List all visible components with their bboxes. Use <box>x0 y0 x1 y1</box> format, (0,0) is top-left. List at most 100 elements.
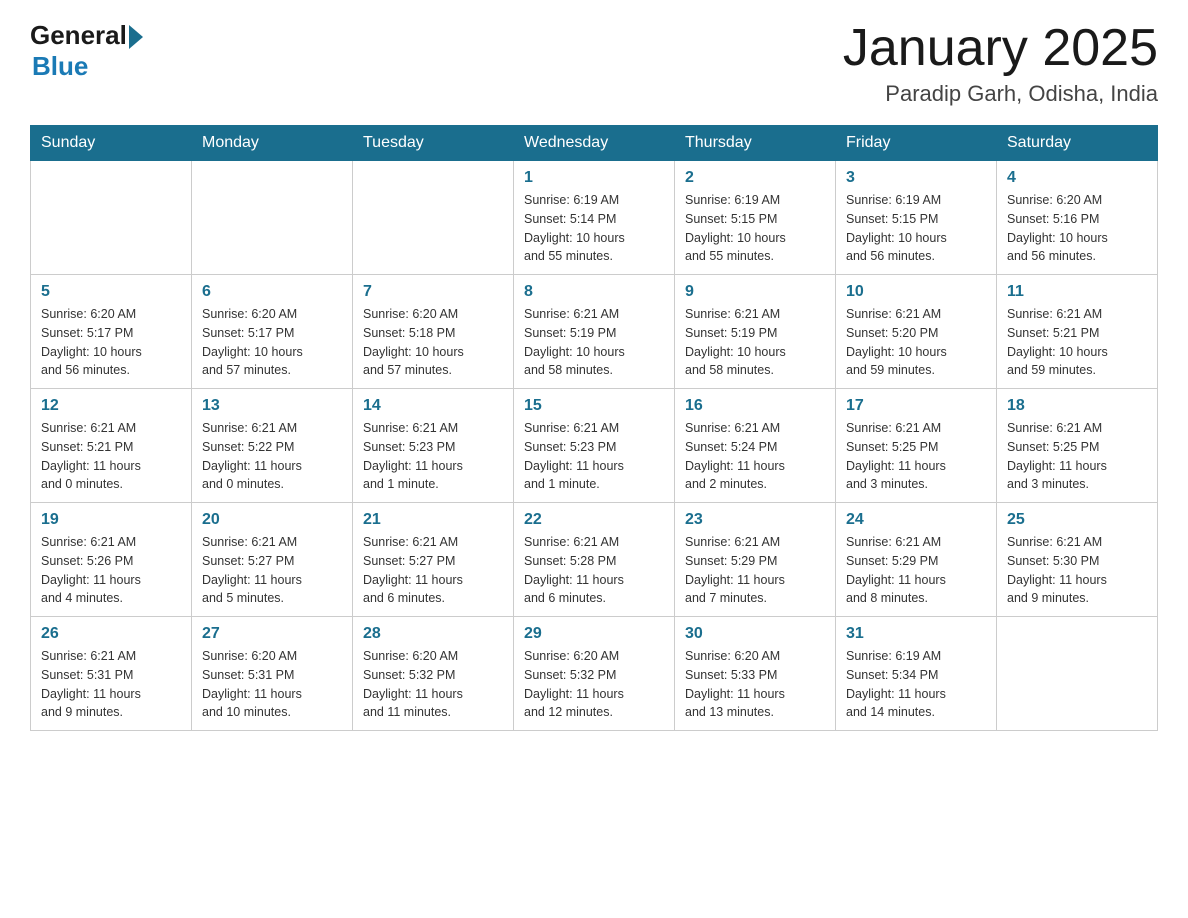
calendar-week-row: 5 Sunrise: 6:20 AM Sunset: 5:17 PM Daylig… <box>31 275 1158 389</box>
calendar-cell: 10 Sunrise: 6:21 AM Sunset: 5:20 PM Dayli… <box>836 275 997 389</box>
calendar-cell: 7 Sunrise: 6:20 AM Sunset: 5:18 PM Daylig… <box>353 275 514 389</box>
calendar-cell: 9 Sunrise: 6:21 AM Sunset: 5:19 PM Daylig… <box>675 275 836 389</box>
title-block: January 2025 Paradip Garh, Odisha, India <box>843 20 1158 107</box>
day-number: 8 <box>524 283 664 301</box>
calendar-cell: 23 Sunrise: 6:21 AM Sunset: 5:29 PM Dayli… <box>675 503 836 617</box>
calendar-cell: 6Sunrise: 6:20 AM Sunset: 5:17 PM Daylig… <box>192 275 353 389</box>
day-number: 1 <box>524 169 664 187</box>
calendar-week-row: 12Sunrise: 6:21 AM Sunset: 5:21 PM Dayli… <box>31 389 1158 503</box>
day-info: Sunrise: 6:21 AM Sunset: 5:25 PM Dayligh… <box>846 419 986 494</box>
day-number: 5 <box>41 283 181 301</box>
day-info: Sunrise: 6:20 AM Sunset: 5:17 PM Dayligh… <box>41 305 181 380</box>
calendar-cell: 5 Sunrise: 6:20 AM Sunset: 5:17 PM Daylig… <box>31 275 192 389</box>
day-number: 15 <box>524 397 664 415</box>
calendar-week-row: 1 Sunrise: 6:19 AM Sunset: 5:14 PM Daylig… <box>31 161 1158 275</box>
calendar-cell: 21Sunrise: 6:21 AM Sunset: 5:27 PM Dayli… <box>353 503 514 617</box>
calendar-cell: 31 Sunrise: 6:19 AM Sunset: 5:34 PM Dayli… <box>836 617 997 731</box>
day-number: 31 <box>846 625 986 643</box>
logo: General Blue <box>30 20 143 82</box>
calendar-cell: 4Sunrise: 6:20 AM Sunset: 5:16 PM Daylig… <box>997 161 1158 275</box>
calendar-week-row: 19 Sunrise: 6:21 AM Sunset: 5:26 PM Dayli… <box>31 503 1158 617</box>
day-info: Sunrise: 6:20 AM Sunset: 5:18 PM Dayligh… <box>363 305 503 380</box>
calendar-cell: 26 Sunrise: 6:21 AM Sunset: 5:31 PM Dayli… <box>31 617 192 731</box>
day-number: 24 <box>846 511 986 529</box>
calendar-header-tuesday: Tuesday <box>353 126 514 161</box>
calendar-cell <box>997 617 1158 731</box>
day-number: 16 <box>685 397 825 415</box>
day-number: 27 <box>202 625 342 643</box>
calendar-cell: 27 Sunrise: 6:20 AM Sunset: 5:31 PM Dayli… <box>192 617 353 731</box>
day-info: Sunrise: 6:20 AM Sunset: 5:32 PM Dayligh… <box>363 647 503 722</box>
day-info: Sunrise: 6:21 AM Sunset: 5:31 PM Dayligh… <box>41 647 181 722</box>
calendar-header-saturday: Saturday <box>997 126 1158 161</box>
calendar-cell: 19 Sunrise: 6:21 AM Sunset: 5:26 PM Dayli… <box>31 503 192 617</box>
day-number: 21 <box>363 511 503 529</box>
calendar-cell: 16 Sunrise: 6:21 AM Sunset: 5:24 PM Dayli… <box>675 389 836 503</box>
logo-general-text: General <box>30 20 127 51</box>
calendar-header-thursday: Thursday <box>675 126 836 161</box>
day-number: 12 <box>41 397 181 415</box>
day-info: Sunrise: 6:21 AM Sunset: 5:22 PM Dayligh… <box>202 419 342 494</box>
calendar-cell: 3Sunrise: 6:19 AM Sunset: 5:15 PM Daylig… <box>836 161 997 275</box>
day-number: 7 <box>363 283 503 301</box>
calendar-header-sunday: Sunday <box>31 126 192 161</box>
day-number: 9 <box>685 283 825 301</box>
calendar-cell: 24 Sunrise: 6:21 AM Sunset: 5:29 PM Dayli… <box>836 503 997 617</box>
day-number: 11 <box>1007 283 1147 301</box>
calendar-cell: 11 Sunrise: 6:21 AM Sunset: 5:21 PM Dayli… <box>997 275 1158 389</box>
calendar-cell: 20Sunrise: 6:21 AM Sunset: 5:27 PM Dayli… <box>192 503 353 617</box>
calendar-cell: 29 Sunrise: 6:20 AM Sunset: 5:32 PM Dayli… <box>514 617 675 731</box>
day-info: Sunrise: 6:21 AM Sunset: 5:28 PM Dayligh… <box>524 533 664 608</box>
day-info: Sunrise: 6:21 AM Sunset: 5:19 PM Dayligh… <box>685 305 825 380</box>
day-number: 29 <box>524 625 664 643</box>
day-info: Sunrise: 6:20 AM Sunset: 5:31 PM Dayligh… <box>202 647 342 722</box>
calendar-cell: 25 Sunrise: 6:21 AM Sunset: 5:30 PM Dayli… <box>997 503 1158 617</box>
calendar-table: SundayMondayTuesdayWednesdayThursdayFrid… <box>30 125 1158 731</box>
location-title: Paradip Garh, Odisha, India <box>843 81 1158 107</box>
calendar-cell: 22Sunrise: 6:21 AM Sunset: 5:28 PM Dayli… <box>514 503 675 617</box>
day-info: Sunrise: 6:21 AM Sunset: 5:19 PM Dayligh… <box>524 305 664 380</box>
calendar-cell: 28 Sunrise: 6:20 AM Sunset: 5:32 PM Dayli… <box>353 617 514 731</box>
day-info: Sunrise: 6:21 AM Sunset: 5:30 PM Dayligh… <box>1007 533 1147 608</box>
day-info: Sunrise: 6:21 AM Sunset: 5:21 PM Dayligh… <box>1007 305 1147 380</box>
day-info: Sunrise: 6:21 AM Sunset: 5:29 PM Dayligh… <box>846 533 986 608</box>
logo-arrow-icon <box>129 25 143 49</box>
calendar-cell <box>353 161 514 275</box>
day-info: Sunrise: 6:19 AM Sunset: 5:34 PM Dayligh… <box>846 647 986 722</box>
day-info: Sunrise: 6:19 AM Sunset: 5:15 PM Dayligh… <box>846 191 986 266</box>
day-info: Sunrise: 6:21 AM Sunset: 5:20 PM Dayligh… <box>846 305 986 380</box>
day-info: Sunrise: 6:20 AM Sunset: 5:32 PM Dayligh… <box>524 647 664 722</box>
month-title: January 2025 <box>843 20 1158 77</box>
day-number: 10 <box>846 283 986 301</box>
day-info: Sunrise: 6:21 AM Sunset: 5:24 PM Dayligh… <box>685 419 825 494</box>
day-info: Sunrise: 6:21 AM Sunset: 5:29 PM Dayligh… <box>685 533 825 608</box>
day-info: Sunrise: 6:21 AM Sunset: 5:23 PM Dayligh… <box>524 419 664 494</box>
calendar-cell: 18Sunrise: 6:21 AM Sunset: 5:25 PM Dayli… <box>997 389 1158 503</box>
page-header: General Blue January 2025 Paradip Garh, … <box>30 20 1158 107</box>
day-number: 28 <box>363 625 503 643</box>
day-number: 23 <box>685 511 825 529</box>
calendar-cell: 13 Sunrise: 6:21 AM Sunset: 5:22 PM Dayli… <box>192 389 353 503</box>
calendar-week-row: 26 Sunrise: 6:21 AM Sunset: 5:31 PM Dayli… <box>31 617 1158 731</box>
day-number: 13 <box>202 397 342 415</box>
logo-blue-text: Blue <box>32 51 88 82</box>
day-number: 18 <box>1007 397 1147 415</box>
calendar-header-row: SundayMondayTuesdayWednesdayThursdayFrid… <box>31 126 1158 161</box>
day-info: Sunrise: 6:21 AM Sunset: 5:23 PM Dayligh… <box>363 419 503 494</box>
day-number: 14 <box>363 397 503 415</box>
day-info: Sunrise: 6:21 AM Sunset: 5:26 PM Dayligh… <box>41 533 181 608</box>
day-number: 26 <box>41 625 181 643</box>
day-number: 4 <box>1007 169 1147 187</box>
day-number: 25 <box>1007 511 1147 529</box>
day-number: 30 <box>685 625 825 643</box>
calendar-cell: 30Sunrise: 6:20 AM Sunset: 5:33 PM Dayli… <box>675 617 836 731</box>
day-info: Sunrise: 6:21 AM Sunset: 5:27 PM Dayligh… <box>202 533 342 608</box>
calendar-cell: 8 Sunrise: 6:21 AM Sunset: 5:19 PM Daylig… <box>514 275 675 389</box>
day-number: 17 <box>846 397 986 415</box>
day-number: 19 <box>41 511 181 529</box>
day-info: Sunrise: 6:20 AM Sunset: 5:17 PM Dayligh… <box>202 305 342 380</box>
calendar-cell <box>192 161 353 275</box>
calendar-cell: 17 Sunrise: 6:21 AM Sunset: 5:25 PM Dayli… <box>836 389 997 503</box>
day-info: Sunrise: 6:19 AM Sunset: 5:14 PM Dayligh… <box>524 191 664 266</box>
calendar-cell: 14 Sunrise: 6:21 AM Sunset: 5:23 PM Dayli… <box>353 389 514 503</box>
